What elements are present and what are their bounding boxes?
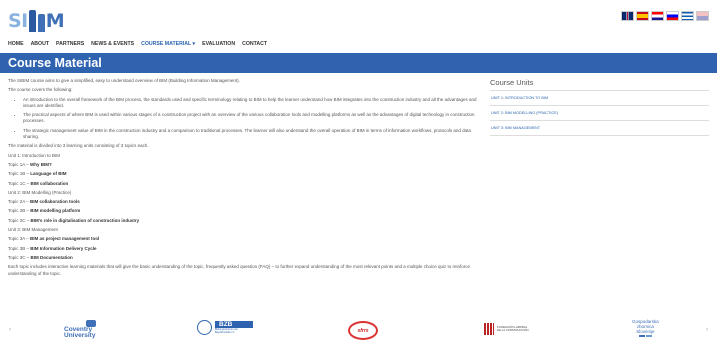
topic-name: BIM's role in digitalisation of construc… (30, 217, 140, 223)
partner-logos-footer: ‹ Coventry University BZB Bildungszentru… (0, 316, 717, 342)
third-partner-logo[interactable]: sfrrs (348, 321, 378, 340)
hr-flag-icon[interactable] (651, 11, 664, 21)
logo-tower-icon (37, 14, 45, 32)
fundacion-bars-icon (484, 323, 494, 335)
covers-label: The course covers the following: (8, 87, 73, 93)
si-flag-icon[interactable] (666, 11, 679, 21)
topic-name: Language of BIM (30, 171, 67, 177)
es-flag-icon[interactable] (636, 11, 649, 21)
nav-news-events[interactable]: NEWS & EVENTS (91, 41, 134, 47)
sidebar-link-unit-3[interactable]: UNIT 3: BIM MANAGEMENT (490, 121, 709, 136)
logo-tower-icon (28, 10, 36, 32)
topic-label: Topic 3C – (8, 254, 30, 260)
sidebar-title: Course Units (490, 78, 709, 91)
other-flag-icon[interactable] (696, 11, 709, 21)
gzs-text: Slovenije (636, 329, 655, 334)
bzb-circle-icon (197, 320, 212, 335)
topic-2a: Topic 2A – BIM collaboration tools (8, 199, 483, 205)
nav-partners[interactable]: PARTNERS (56, 41, 84, 47)
nav-course-material[interactable]: COURSE MATERIAL ▾ (141, 41, 195, 47)
topic-1a: Topic 1A – Why BIM? (8, 162, 483, 168)
main-nav: HOME ABOUT PARTNERS NEWS & EVENTS COURSE… (8, 41, 267, 47)
topic-name: BIM Documentation (30, 254, 73, 260)
divided-text: The material is divided into 3 learning … (8, 143, 149, 149)
unit-2-title: Unit 2: BIM Modelling (Practice) (8, 189, 72, 195)
nav-home[interactable]: HOME (8, 41, 24, 47)
fundacion-laboral-logo[interactable]: FUNDACIÓN LABORAL DE LA CONSTRUCCIÓN (484, 323, 529, 335)
topic-2b: Topic 2B – BIM modelling platform (8, 208, 483, 214)
closing-text: Each topic includes interactive learning… (8, 264, 471, 276)
nav-contact[interactable]: CONTACT (242, 41, 267, 47)
topic-label: Topic 3B – (8, 245, 30, 251)
coventry-university-logo[interactable]: Coventry University (64, 320, 96, 339)
page-title: Course Material (8, 56, 102, 70)
topic-3c: Topic 3C – BIM Documentation (8, 255, 483, 261)
uk-flag-icon[interactable] (621, 11, 634, 21)
bullet-item: An introduction to the overall framework… (23, 97, 483, 110)
unit-1-title: Unit 1: Introduction to BIM (8, 152, 61, 158)
topic-2c: Topic 2C – BIM's role in digitalisation … (8, 218, 483, 224)
gzs-logo[interactable]: Gospodarska zbornica Slovenije (632, 319, 659, 337)
intro-text: The SIBIM course aims to give a simplifi… (8, 78, 240, 83)
nav-evaluation[interactable]: EVALUATION (202, 41, 235, 47)
topic-1b: Topic 1B – Language of BIM (8, 171, 483, 177)
course-bullets: An introduction to the overall framework… (8, 97, 483, 141)
topic-3a: Topic 3A – BIM as project management too… (8, 236, 483, 242)
bzb-text: BZB (215, 321, 253, 328)
topic-label: Topic 1C – (8, 180, 30, 186)
topic-label: Topic 1A – (8, 161, 29, 167)
fundacion-text: FUNDACIÓN LABORAL DE LA CONSTRUCCIÓN (497, 324, 529, 332)
topic-label: Topic 1B – (8, 171, 30, 177)
gr-flag-icon[interactable] (681, 11, 694, 21)
carousel-prev-icon[interactable]: ‹ (9, 327, 11, 333)
gzs-stripes-icon (638, 335, 652, 337)
topic-label: Topic 2C – (8, 217, 30, 223)
topic-label: Topic 2B – (8, 208, 30, 214)
topic-name: BIM modelling platform (30, 208, 81, 214)
sidebar-link-unit-1[interactable]: UNIT 1: INTRODUCTION TO BIM (490, 91, 709, 106)
carousel-next-icon[interactable]: › (706, 327, 708, 333)
page-title-banner: Course Material (0, 53, 717, 73)
topic-name: Why BIM? (30, 161, 52, 167)
sidebar-link-unit-2[interactable]: UNIT 2: BIM MODELLING (PRACTICE) (490, 106, 709, 121)
bzb-logo[interactable]: BZB Bildungszentrum der Baywirtschaft e.… (197, 320, 253, 335)
logo-text-left: SI (8, 10, 28, 32)
logo-text-right: M (45, 10, 65, 32)
unit-3-title: Unit 3: BIM Management (8, 227, 58, 233)
topic-name: BIM Information Delivery Cycle (30, 245, 97, 251)
bullet-item: The practical aspects of where BIM is us… (23, 112, 483, 125)
topic-name: BIM collaboration (30, 180, 69, 186)
topic-label: Topic 2A – (8, 199, 29, 205)
bzb-subtext: Bildungszentrum der Baywirtschaft e.V. (215, 328, 238, 334)
topic-label: Topic 3A – (8, 236, 29, 242)
course-units-sidebar: Course Units UNIT 1: INTRODUCTION TO BIM… (490, 78, 709, 136)
bullet-item: The strategic management value of BIM in… (23, 128, 483, 141)
sibim-logo[interactable]: SI M (8, 9, 65, 33)
topic-1c: Topic 1C – BIM collaboration (8, 181, 483, 187)
topic-name: BIM collaboration tools (30, 199, 80, 205)
main-content: The SIBIM course aims to give a simplifi… (8, 78, 483, 280)
coventry-text: University (64, 332, 96, 339)
topic-3b: Topic 3B – BIM Information Delivery Cycl… (8, 246, 483, 252)
language-flags (621, 11, 709, 21)
topic-name: BIM as project management tool (30, 236, 100, 242)
site-header: SI M (0, 0, 717, 38)
nav-about[interactable]: ABOUT (31, 41, 49, 47)
third-partner-text: sfrrs (348, 321, 378, 340)
